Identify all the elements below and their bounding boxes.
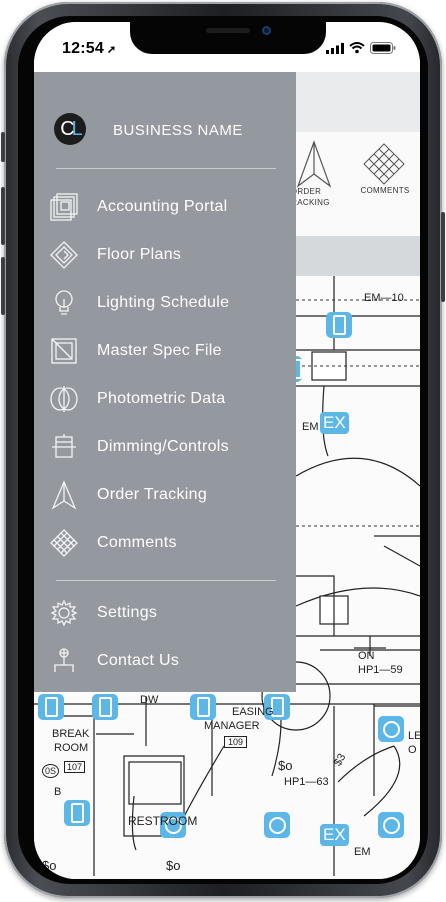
comments-tab-icon bbox=[363, 143, 405, 185]
speaker bbox=[206, 28, 250, 33]
menu-item-label: Comments bbox=[97, 534, 177, 551]
wifi-icon bbox=[349, 42, 365, 54]
fixture-marker[interactable] bbox=[92, 694, 118, 720]
menu-item-label: Lighting Schedule bbox=[97, 294, 230, 311]
menu-item-floor-plans[interactable]: Floor Plans bbox=[48, 235, 288, 275]
menu-item-accounting-portal[interactable]: Accounting Portal bbox=[48, 187, 288, 227]
screen: 12:54 ➚ ORDER TRACKING COMMENTS EX EX EM… bbox=[34, 22, 420, 879]
side-menu: CL BUSINESS NAME Accounting Portal Floor… bbox=[34, 72, 296, 692]
plan-label: EM bbox=[302, 421, 319, 433]
menu-item-photometric-data[interactable]: Photometric Data bbox=[48, 379, 288, 419]
plan-label: HP1—59 bbox=[358, 664, 403, 676]
menu-divider bbox=[56, 168, 276, 169]
status-time: 12:54 ➚ bbox=[62, 40, 117, 57]
diamond-layers-icon bbox=[48, 239, 80, 271]
menu-item-label: Floor Plans bbox=[97, 246, 182, 263]
plan-label: O bbox=[408, 744, 417, 756]
order-tracking-tab-icon bbox=[296, 140, 332, 188]
exit-sign[interactable]: EX bbox=[320, 412, 349, 434]
plan-label: ON bbox=[358, 650, 375, 662]
phone-frame: 12:54 ➚ ORDER TRACKING COMMENTS EX EX EM… bbox=[1, 2, 445, 898]
plan-label: DW bbox=[140, 694, 159, 706]
volume-up-button bbox=[1, 187, 5, 245]
menu-item-lighting-schedule[interactable]: Lighting Schedule bbox=[48, 283, 288, 323]
plan-label: $o bbox=[278, 758, 293, 773]
fixture-marker[interactable] bbox=[378, 812, 404, 838]
menu-item-dimming-controls[interactable]: Dimming/Controls bbox=[48, 427, 288, 467]
location-arrow-icon: ➚ bbox=[106, 44, 117, 56]
fixture-marker[interactable] bbox=[378, 716, 404, 742]
plan-label: 0S bbox=[42, 764, 60, 778]
plan-label: 107 bbox=[64, 761, 86, 773]
plan-label: EM—10 bbox=[364, 292, 404, 304]
business-logo: CL bbox=[54, 113, 86, 145]
plan-label: RESTROOM bbox=[128, 814, 198, 828]
menu-item-settings[interactable]: Settings bbox=[48, 593, 288, 633]
menu-item-label: Master Spec File bbox=[97, 342, 222, 359]
menu-item-label: Contact Us bbox=[97, 652, 180, 669]
menu-divider bbox=[56, 580, 276, 581]
notch bbox=[130, 22, 326, 54]
power-button bbox=[441, 212, 445, 302]
crosshatch-icon bbox=[48, 527, 80, 559]
plan-label: HP1—63 bbox=[284, 776, 329, 788]
paper-plane-icon bbox=[48, 479, 80, 511]
layered-squares-icon bbox=[48, 191, 80, 223]
menu-item-label: Settings bbox=[97, 604, 158, 621]
menu-item-label: Accounting Portal bbox=[97, 198, 228, 215]
menu-item-label: Dimming/Controls bbox=[97, 438, 229, 455]
plan-label: $o bbox=[166, 858, 181, 873]
signal-icon bbox=[326, 42, 344, 54]
dimmer-icon bbox=[48, 431, 80, 463]
gear-icon bbox=[48, 597, 80, 629]
battery-icon bbox=[370, 42, 396, 54]
plan-label: $o bbox=[42, 858, 57, 873]
plan-label: EM bbox=[354, 846, 371, 858]
menu-item-label: Photometric Data bbox=[97, 390, 226, 407]
camera bbox=[262, 26, 271, 35]
plan-label: MANAGER bbox=[204, 720, 260, 732]
fixture-marker[interactable] bbox=[64, 800, 90, 826]
plan-label: LE bbox=[408, 730, 420, 742]
fixture-marker[interactable] bbox=[264, 812, 290, 838]
menu-item-label: Order Tracking bbox=[97, 486, 208, 503]
volume-down-button bbox=[1, 257, 5, 315]
plan-label: 109 bbox=[224, 736, 248, 748]
plan-label: ROOM bbox=[54, 742, 89, 754]
mute-switch bbox=[1, 132, 5, 162]
light-bulb-icon bbox=[48, 287, 80, 319]
business-name: BUSINESS NAME bbox=[113, 122, 243, 139]
exit-sign[interactable]: EX bbox=[320, 824, 349, 846]
fixture-marker[interactable] bbox=[38, 694, 64, 720]
plan-label: B bbox=[54, 786, 62, 798]
tab-comments[interactable]: COMMENTS bbox=[356, 186, 414, 195]
plan-label: EASING bbox=[232, 706, 274, 718]
menu-item-comments[interactable]: Comments bbox=[48, 523, 288, 563]
photometric-circles-icon bbox=[48, 383, 80, 415]
spec-box-icon bbox=[48, 335, 80, 367]
plan-label: BREAK bbox=[52, 728, 90, 740]
fixture-marker[interactable] bbox=[326, 312, 352, 338]
fixture-marker[interactable] bbox=[190, 694, 216, 720]
menu-item-master-spec-file[interactable]: Master Spec File bbox=[48, 331, 288, 371]
menu-item-order-tracking[interactable]: Order Tracking bbox=[48, 475, 288, 515]
contact-person-icon bbox=[48, 645, 80, 677]
menu-item-contact-us[interactable]: Contact Us bbox=[48, 641, 288, 681]
